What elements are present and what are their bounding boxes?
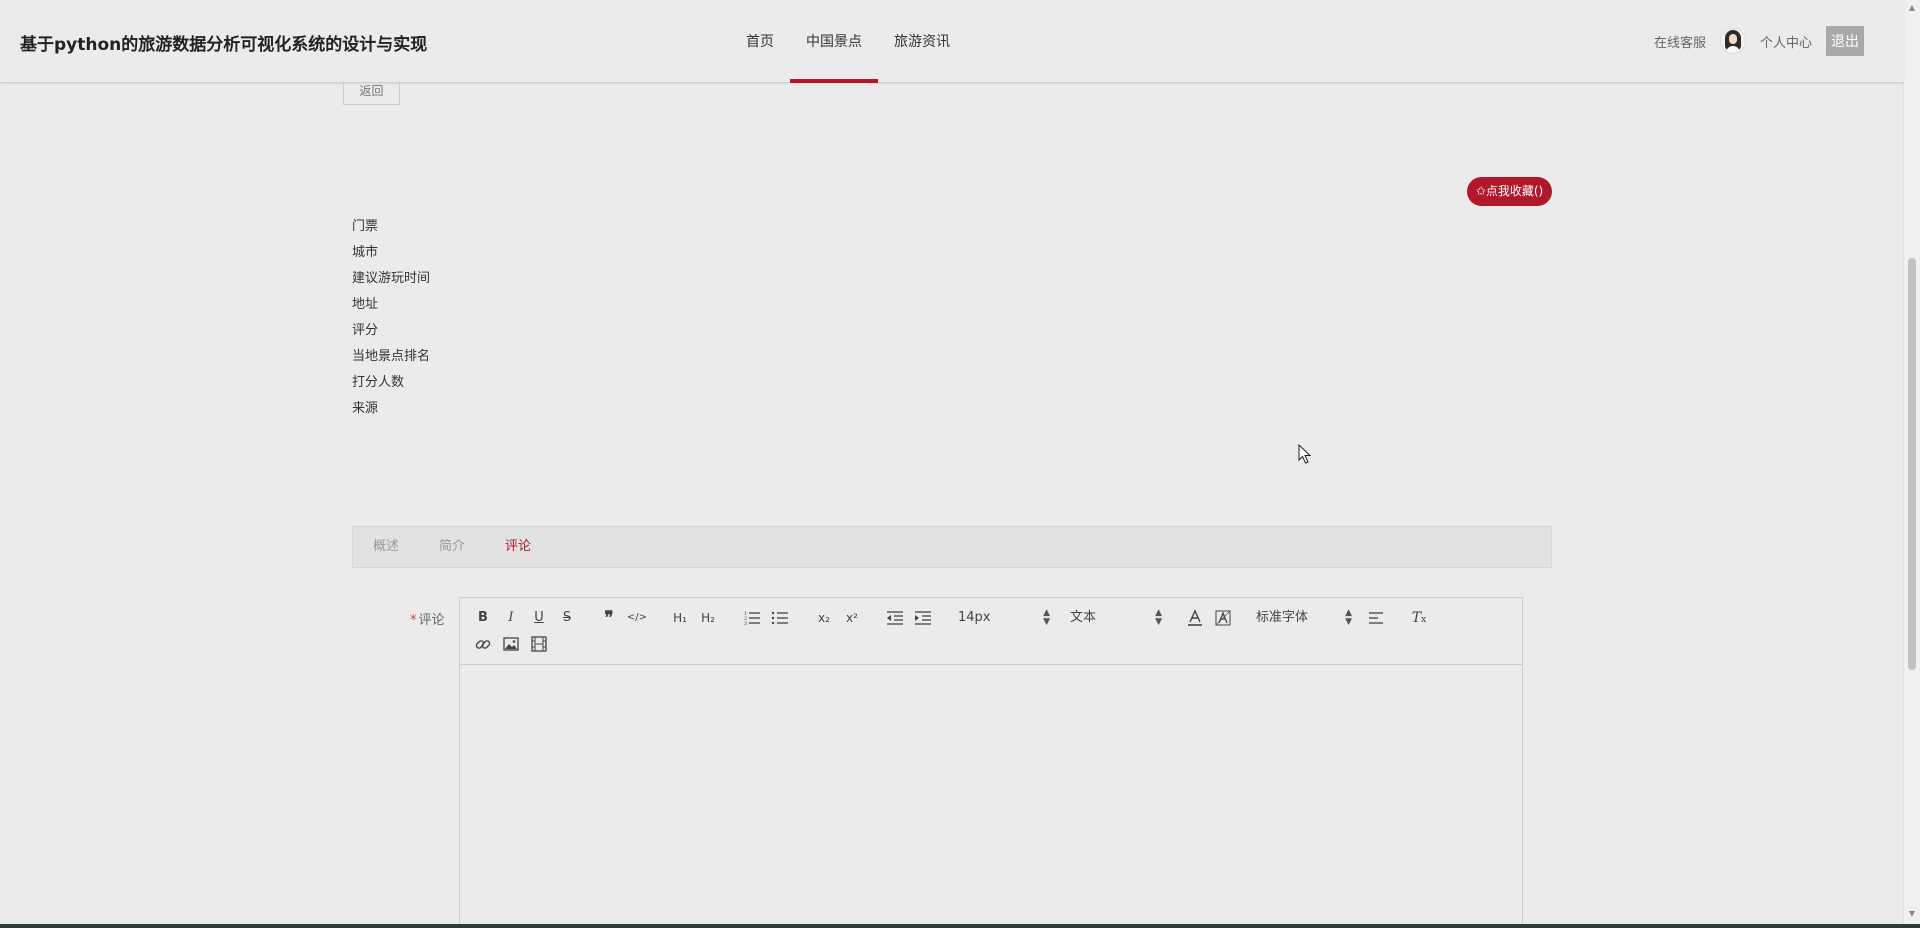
- select-arrows-icon: ▲ ▼: [1043, 608, 1050, 627]
- page-scrollbar[interactable]: ▲ ▼: [1903, 0, 1920, 928]
- header-select[interactable]: 文本 ▲ ▼: [1070, 608, 1162, 628]
- select-arrows-icon: ▲ ▼: [1155, 608, 1162, 627]
- ordered-list-icon[interactable]: 123: [741, 608, 763, 628]
- tab-comments[interactable]: 评论: [485, 527, 551, 567]
- font-color-icon[interactable]: [1184, 608, 1206, 628]
- comment-editor-body[interactable]: [460, 665, 1522, 928]
- logout-button[interactable]: 退出: [1826, 26, 1864, 56]
- clear-format-icon[interactable]: Tx: [1408, 608, 1430, 628]
- font-size-select[interactable]: 14px ▲ ▼: [958, 608, 1050, 628]
- indent-icon[interactable]: [912, 608, 934, 628]
- online-service-link[interactable]: 在线客服: [1654, 32, 1706, 51]
- scroll-down-icon[interactable]: ▼: [1904, 906, 1920, 922]
- subscript-icon[interactable]: x₂: [813, 608, 835, 628]
- comment-label: * 评论: [410, 609, 445, 628]
- field-rating-count: 打分人数: [352, 375, 405, 390]
- nav-item-china-attractions[interactable]: 中国景点: [790, 0, 878, 83]
- font-family-value: 标准字体: [1256, 610, 1309, 625]
- strikethrough-icon[interactable]: S: [556, 608, 578, 628]
- site-title: 基于python的旅游数据分析可视化系统的设计与实现: [20, 35, 428, 55]
- page: 基于python的旅游数据分析可视化系统的设计与实现 首页 中国景点 旅游资讯 …: [0, 0, 1920, 928]
- underline-icon[interactable]: U: [528, 608, 550, 628]
- avatar[interactable]: [1719, 28, 1746, 54]
- field-source: 来源: [352, 401, 379, 416]
- heading-2-icon[interactable]: H₂: [697, 608, 719, 628]
- font-family-select[interactable]: 标准字体 ▲ ▼: [1256, 608, 1352, 628]
- image-icon[interactable]: [500, 634, 522, 654]
- align-icon[interactable]: [1365, 608, 1387, 628]
- code-block-icon[interactable]: </>: [626, 608, 648, 628]
- field-address: 地址: [352, 297, 379, 312]
- mouse-pointer-icon: [1298, 444, 1312, 464]
- tab-overview[interactable]: 概述: [353, 527, 419, 567]
- tab-intro[interactable]: 简介: [419, 527, 485, 567]
- heading-1-icon[interactable]: H₁: [669, 608, 691, 628]
- attraction-details: 门票 城市 建议游玩时间 地址 评分 当地景点排名 打分人数 来源: [352, 217, 430, 425]
- select-arrows-icon: ▲ ▼: [1345, 608, 1352, 627]
- scroll-thumb[interactable]: [1908, 258, 1916, 670]
- top-header: 基于python的旅游数据分析可视化系统的设计与实现 首页 中国景点 旅游资讯 …: [0, 0, 1904, 83]
- required-mark: *: [410, 613, 417, 628]
- nav-item-home[interactable]: 首页: [730, 0, 790, 82]
- taskbar-strip: [0, 924, 1920, 928]
- field-ticket: 门票: [352, 219, 379, 234]
- background-color-icon[interactable]: [1212, 608, 1234, 628]
- superscript-icon[interactable]: x²: [841, 608, 863, 628]
- italic-icon[interactable]: I: [500, 608, 522, 628]
- outdent-icon[interactable]: [884, 608, 906, 628]
- comment-editor: B I U S ❞ </> H₁ H₂ 123 x₂ x² 14px ▲ ▼ 文…: [459, 597, 1523, 928]
- link-icon[interactable]: [472, 634, 494, 654]
- main-nav: 首页 中国景点 旅游资讯: [730, 0, 966, 83]
- field-rating: 评分: [352, 323, 379, 338]
- font-size-value: 14px: [958, 610, 991, 625]
- comment-label-text: 评论: [418, 613, 445, 628]
- favorite-button[interactable]: ✩点我收藏(): [1467, 177, 1552, 206]
- header-value: 文本: [1070, 610, 1097, 625]
- scroll-up-icon[interactable]: ▲: [1904, 0, 1920, 16]
- bold-icon[interactable]: B: [472, 608, 494, 628]
- back-button[interactable]: 返回: [343, 80, 400, 105]
- svg-text:3: 3: [744, 621, 747, 627]
- detail-tabs: 概述 简介 评论: [352, 526, 1552, 568]
- field-city: 城市: [352, 245, 379, 260]
- editor-toolbar: B I U S ❞ </> H₁ H₂ 123 x₂ x² 14px ▲ ▼ 文…: [460, 598, 1522, 665]
- user-area: 在线客服 个人中心 退出: [1654, 0, 1864, 82]
- field-suggested-time: 建议游玩时间: [352, 271, 431, 286]
- bullet-list-icon[interactable]: [769, 608, 791, 628]
- blockquote-icon[interactable]: ❞: [598, 608, 620, 628]
- field-local-rank: 当地景点排名: [352, 349, 431, 364]
- nav-item-travel-news[interactable]: 旅游资讯: [878, 0, 966, 82]
- video-icon[interactable]: [528, 634, 550, 654]
- profile-link[interactable]: 个人中心: [1760, 32, 1812, 51]
